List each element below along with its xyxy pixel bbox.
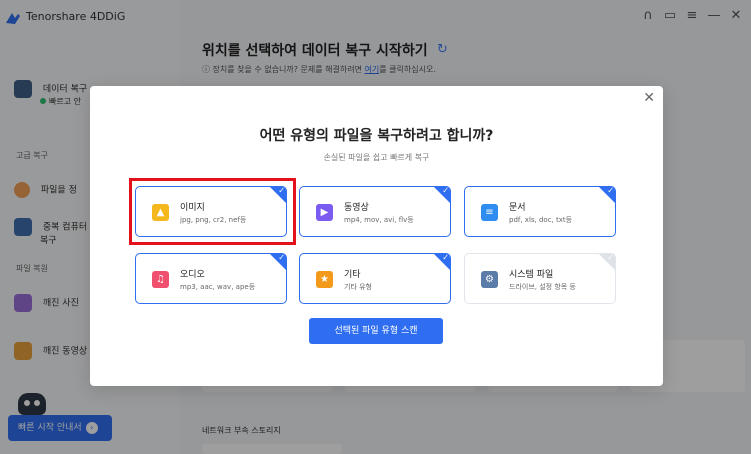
file-type-name: 오디오	[180, 270, 205, 280]
scan-selected-types-button[interactable]: 선택된 파일 유형 스캔	[309, 318, 443, 344]
file-type-desc: 기타 유형	[344, 283, 372, 291]
system-file-icon: ⚙	[481, 271, 498, 288]
file-type-audio-card[interactable]: ✓ ♫ 오디오 mp3, aac, wav, ape등	[135, 253, 287, 304]
file-type-name: 문서	[509, 203, 526, 213]
video-icon: ▶	[316, 204, 333, 221]
annotation-highlight-box	[129, 178, 296, 245]
dialog-subtitle: 손실된 파일을 쉽고 빠르게 복구	[323, 153, 430, 162]
file-type-document-card[interactable]: ✓ ≡ 문서 pdf, xls, doc, txt등	[464, 186, 616, 237]
file-type-desc: mp3, aac, wav, ape등	[180, 283, 256, 291]
file-type-video-card[interactable]: ✓ ▶ 동영상 mp4, mov, avi, flv등	[299, 186, 451, 237]
star-icon: ★	[316, 271, 333, 288]
file-type-desc: mp4, mov, avi, flv등	[344, 216, 414, 224]
file-type-other-card[interactable]: ✓ ★ 기타 기타 유형	[299, 253, 451, 304]
file-type-desc: pdf, xls, doc, txt등	[509, 216, 573, 224]
document-icon: ≡	[481, 204, 498, 221]
file-type-system-card[interactable]: ✓ ⚙ 시스템 파일 드라이브, 설정 항목 등	[464, 253, 616, 304]
file-type-name: 기타	[344, 270, 361, 280]
file-type-name: 동영상	[344, 203, 369, 213]
dialog-close-icon[interactable]: ✕	[643, 90, 655, 106]
file-type-name: 시스템 파일	[509, 270, 554, 280]
audio-icon: ♫	[152, 271, 169, 288]
dialog-title: 어떤 유형의 파일을 복구하려고 합니까?	[259, 128, 494, 144]
file-type-desc: 드라이브, 설정 항목 등	[509, 283, 576, 291]
